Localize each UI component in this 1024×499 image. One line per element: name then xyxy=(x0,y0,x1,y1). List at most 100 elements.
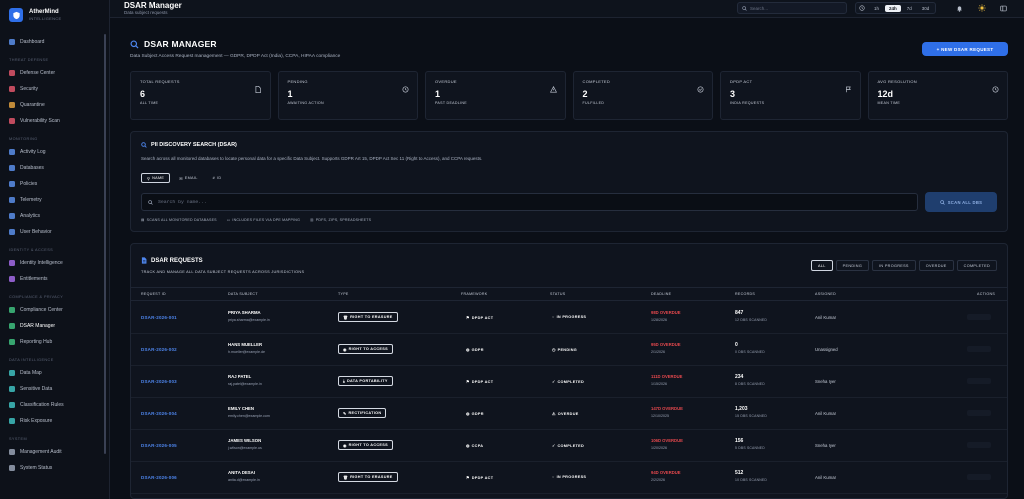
request-id-link[interactable]: DSAR-2026-004 xyxy=(141,411,177,416)
table-row[interactable]: DSAR-2026-004 EMILY CHEN emily.chen@exampl… xyxy=(131,398,1007,430)
user-icon: ⚲ xyxy=(147,176,151,181)
row-actions[interactable] xyxy=(967,410,991,416)
bell-icon[interactable] xyxy=(954,3,964,13)
sidebar-item-reporting-hub[interactable]: Reporting Hub xyxy=(0,334,109,350)
filter-completed[interactable]: COMPLETED xyxy=(956,260,997,271)
row-actions[interactable] xyxy=(967,442,991,448)
subject-name: JAMES WILSON xyxy=(228,438,262,443)
filter-in-progress[interactable]: IN PROGRESS xyxy=(872,260,916,271)
sidebar-item-identity-intelligence[interactable]: Identity Intelligence xyxy=(0,255,109,271)
row-actions[interactable] xyxy=(967,378,991,384)
filter-all[interactable]: ALL xyxy=(811,260,833,271)
global-search[interactable] xyxy=(737,2,847,14)
flag-icon xyxy=(845,80,852,93)
status-badge: ◷ PENDING xyxy=(552,347,577,353)
sidebar-item-analytics[interactable]: Analytics xyxy=(0,208,109,224)
records-scanned: 8 DBS SCANNED xyxy=(735,382,765,386)
sidebar-item-entitlements[interactable]: Entitlements xyxy=(0,271,109,287)
sidebar-item-classification-rules[interactable]: Classification Rules xyxy=(0,397,109,413)
filter-pending[interactable]: PENDING xyxy=(835,260,870,271)
sidebar-item-compliance-center[interactable]: Compliance Center xyxy=(0,302,109,318)
subject-email: h.mueller@example.de xyxy=(228,350,266,354)
pii-search-field[interactable] xyxy=(141,193,918,211)
stat-label: COMPLETED xyxy=(582,79,611,84)
map-icon xyxy=(9,370,15,376)
sidebar-scrollbar[interactable] xyxy=(104,34,106,454)
sidebar-item-label: Risk Exposure xyxy=(20,418,53,424)
tab-id[interactable]: # ID xyxy=(207,173,228,183)
sidebar-item-system-status[interactable]: System Status xyxy=(0,460,109,476)
table-row[interactable]: DSAR-2026-006 ANITA DESAI anita.d@example.… xyxy=(131,462,1007,494)
subject-name: HANS MUELLER xyxy=(228,342,263,347)
sidebar-item-user-behavior[interactable]: User Behavior xyxy=(0,224,109,240)
search-icon xyxy=(148,199,153,205)
new-dsar-request-button[interactable]: + NEW DSAR REQUEST xyxy=(922,42,1008,56)
sidebar-item-management-audit[interactable]: Management Audit xyxy=(0,444,109,460)
request-id-link[interactable]: DSAR-2026-003 xyxy=(141,379,177,384)
col-records[interactable]: RECORDS xyxy=(735,292,755,296)
tab-name[interactable]: ⚲ NAME xyxy=(141,173,171,183)
range-24h[interactable]: 24h xyxy=(885,4,901,12)
stat-label: DPDP ACT xyxy=(730,79,753,84)
search-icon xyxy=(130,39,139,49)
sidebar-item-data-map[interactable]: Data Map xyxy=(0,365,109,381)
sidebar-item-quarantine[interactable]: Quarantine xyxy=(0,97,109,113)
table-row[interactable]: DSAR-2026-001 PRIYA SHARMA priya.sharma@ex… xyxy=(131,302,1007,334)
sidebar-item-databases[interactable]: Databases xyxy=(0,160,109,176)
server-icon xyxy=(9,465,15,471)
sidebar-item-dsar-manager[interactable]: DSAR Manager xyxy=(0,318,109,334)
col-request-id[interactable]: REQUEST ID xyxy=(141,292,166,296)
col-type[interactable]: TYPE xyxy=(338,292,349,296)
framework-label: CCPA xyxy=(471,443,484,448)
sidebar-item-risk-exposure[interactable]: Risk Exposure xyxy=(0,413,109,429)
warning-icon xyxy=(549,80,557,93)
sidebar-item-security[interactable]: Security xyxy=(0,81,109,97)
records-scanned: 5 DBS SCANNED xyxy=(735,446,765,450)
requests-title: DSAR REQUESTS xyxy=(141,257,203,264)
range-30d[interactable]: 30d xyxy=(918,5,934,12)
col-status[interactable]: STATUS xyxy=(550,292,565,296)
global-search-input[interactable] xyxy=(750,5,840,11)
request-id-link[interactable]: DSAR-2026-002 xyxy=(141,347,177,352)
sidebar-item-telemetry[interactable]: Telemetry xyxy=(0,192,109,208)
row-actions[interactable] xyxy=(967,474,991,480)
filter-overdue[interactable]: OVERDUE xyxy=(918,260,954,271)
flag-icon: ⚑ xyxy=(466,380,470,384)
request-type-label: RIGHT TO ERASURE xyxy=(350,475,393,479)
records-count: 156 xyxy=(735,438,744,444)
range-1h[interactable]: 1h xyxy=(870,5,883,12)
sidebar-item-activity-log[interactable]: Activity Log xyxy=(0,144,109,160)
sidebar-item-dashboard[interactable]: Dashboard xyxy=(0,34,109,50)
table-row[interactable]: DSAR-2026-002 HANS MUELLER h.mueller@examp… xyxy=(131,334,1007,366)
request-id-link[interactable]: DSAR-2026-006 xyxy=(141,475,177,480)
sidebar-item-sensitive-data[interactable]: Sensitive Data xyxy=(0,381,109,397)
top-bar: DSAR Manager Data subject requests 1h 24… xyxy=(110,0,1024,18)
col-deadline[interactable]: DEADLINE xyxy=(651,292,671,296)
row-actions[interactable] xyxy=(967,346,991,352)
sidebar-item-label: Data Map xyxy=(20,370,42,376)
col-data-subject[interactable]: DATA SUBJECT xyxy=(228,292,258,296)
sidebar-item-policies[interactable]: Policies xyxy=(0,176,109,192)
brand[interactable]: AtherMind INTELLIGENCE xyxy=(0,0,109,34)
col-assigned[interactable]: ASSIGNED xyxy=(815,292,836,296)
tab-email[interactable]: ✉ EMAIL xyxy=(173,173,203,183)
sun-icon[interactable] xyxy=(977,3,987,13)
sidebar-toggle-icon[interactable] xyxy=(998,3,1008,13)
subject-email: raj.patel@example.in xyxy=(228,382,262,386)
col-framework[interactable]: FRAMEWORK xyxy=(461,292,487,296)
table-row[interactable]: DSAR-2026-003 RAJ PATEL raj.patel@example.… xyxy=(131,366,1007,398)
table-row[interactable]: DSAR-2026-005 JAMES WILSON j.wilson@exampl… xyxy=(131,430,1007,462)
pii-search-input[interactable] xyxy=(158,199,858,205)
assignee: Anil Kumar xyxy=(815,315,837,320)
assignee: Sneha Iyer xyxy=(815,379,836,384)
range-7d[interactable]: 7d xyxy=(903,5,916,12)
eye-icon: ◉ xyxy=(343,347,347,352)
doc-icon xyxy=(9,449,15,455)
sidebar-item-label: Reporting Hub xyxy=(20,339,53,345)
sidebar-item-vulnerability-scan[interactable]: Vulnerability Scan xyxy=(0,113,109,129)
request-id-link[interactable]: DSAR-2026-001 xyxy=(141,315,177,320)
sidebar-item-defense-center[interactable]: Defense Center xyxy=(0,65,109,81)
row-actions[interactable] xyxy=(967,314,991,320)
request-id-link[interactable]: DSAR-2026-005 xyxy=(141,443,177,448)
scan-all-dbs-button[interactable]: SCAN ALL DBS xyxy=(925,192,997,212)
